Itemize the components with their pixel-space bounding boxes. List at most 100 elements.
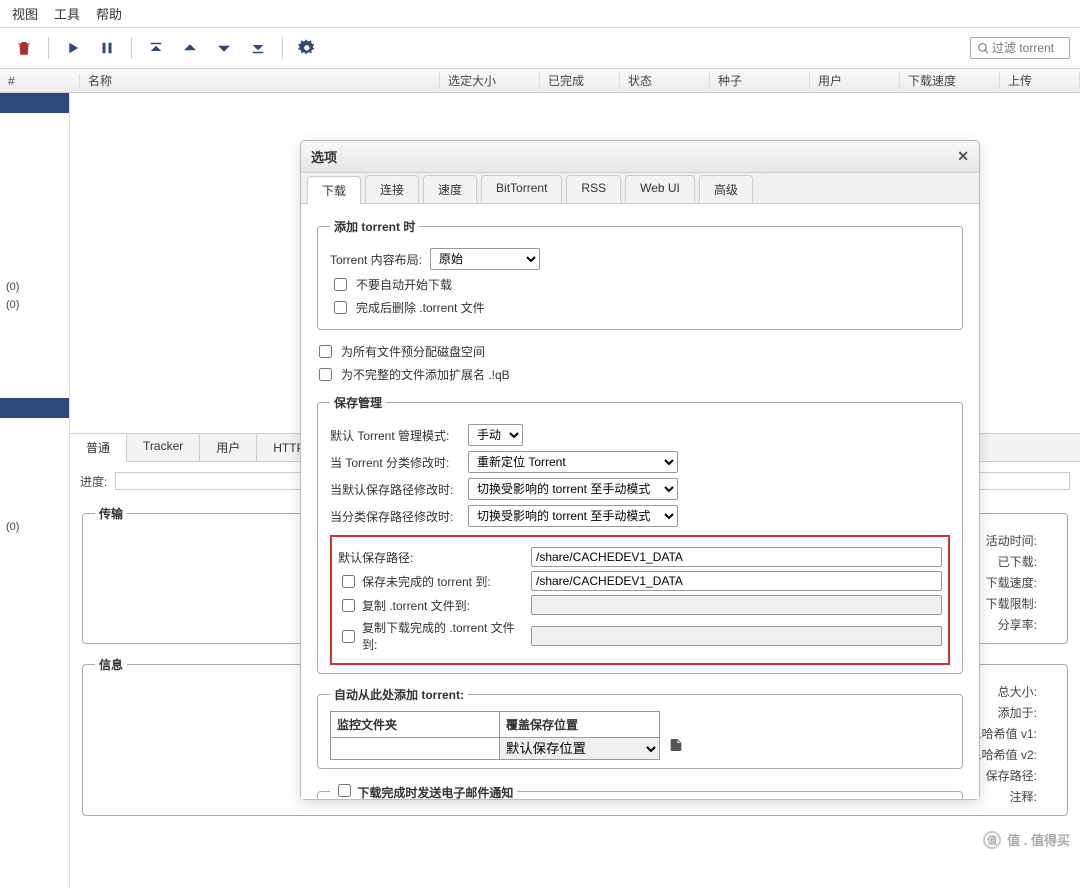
options-tab-advanced[interactable]: 高级: [699, 175, 753, 203]
label-add-time: 添加于:: [998, 704, 1037, 721]
options-body[interactable]: 添加 torrent 时 Torrent 内容布局: 原始 不要自动开始下载 完…: [301, 204, 979, 799]
copy-done-input[interactable]: [531, 626, 942, 646]
col-size[interactable]: 选定大小: [440, 72, 540, 89]
incomplete-path-checkbox[interactable]: [342, 575, 355, 588]
prealloc-label: 为所有文件预分配磁盘空间: [341, 343, 485, 360]
close-icon[interactable]: ✕: [957, 148, 969, 165]
tab-general[interactable]: 普通: [70, 434, 127, 462]
append-qb-label: 为不完整的文件添加扩展名 .!qB: [341, 366, 510, 383]
override-loc-select[interactable]: 默认保存位置: [500, 738, 660, 760]
email-legend: 下载完成时发送电子邮件通知: [357, 786, 513, 799]
label-active-time: 活动时间:: [986, 532, 1037, 549]
progress-label: 进度:: [80, 473, 107, 490]
sidebar-count-2[interactable]: (0): [0, 296, 69, 314]
add-torrent-fieldset: 添加 torrent 时 Torrent 内容布局: 原始 不要自动开始下载 完…: [317, 218, 963, 330]
search-icon: [977, 42, 990, 55]
default-mode-label: 默认 Torrent 管理模式:: [330, 427, 460, 444]
info-legend: 信息: [95, 656, 127, 673]
default-save-path-label: 默认保存路径:: [338, 549, 413, 566]
save-management-fieldset: 保存管理 默认 Torrent 管理模式: 手动 当 Torrent 分类修改时…: [317, 394, 963, 674]
col-dlspeed[interactable]: 下载速度: [900, 72, 1000, 89]
dialog-title-text: 选项: [311, 147, 337, 166]
label-total-size: 总大小:: [998, 683, 1037, 700]
options-tab-rss[interactable]: RSS: [566, 175, 621, 203]
label-share-ratio: 分享率:: [998, 616, 1037, 633]
auto-add-fieldset: 自动从此处添加 torrent: 监控文件夹 覆盖保存位置 默认保存位置: [317, 686, 963, 769]
menu-help[interactable]: 帮助: [96, 4, 122, 23]
delete-torrent-label: 完成后删除 .torrent 文件: [356, 299, 485, 316]
menu-view[interactable]: 视图: [12, 4, 38, 23]
watermark-text: 值 . 值得买: [1007, 830, 1070, 849]
tab-peers[interactable]: 用户: [200, 434, 257, 461]
copy-torrent-input[interactable]: [531, 595, 942, 615]
menu-tools[interactable]: 工具: [54, 4, 80, 23]
cat-change-label: 当 Torrent 分类修改时:: [330, 454, 460, 471]
label-save-path: 保存路径:: [986, 767, 1037, 784]
col-done[interactable]: 已完成: [540, 72, 620, 89]
delete-torrent-checkbox[interactable]: [334, 301, 347, 314]
transfer-legend: 传输: [95, 505, 127, 522]
no-auto-start-label: 不要自动开始下载: [356, 276, 452, 293]
options-tab-speed[interactable]: 速度: [423, 175, 477, 203]
options-tab-bittorrent[interactable]: BitTorrent: [481, 175, 562, 203]
options-tabs: 下载 连接 速度 BitTorrent RSS Web UI 高级: [301, 173, 979, 204]
incomplete-path-input[interactable]: [531, 571, 942, 591]
move-top-icon[interactable]: [142, 34, 170, 62]
default-mode-select[interactable]: 手动: [468, 424, 523, 446]
copy-torrent-checkbox[interactable]: [342, 599, 355, 612]
col-peers[interactable]: 用户: [810, 72, 900, 89]
content-layout-label: Torrent 内容布局:: [330, 251, 422, 268]
menubar: 视图 工具 帮助: [0, 0, 1080, 28]
save-management-legend: 保存管理: [330, 394, 386, 411]
options-tab-download[interactable]: 下载: [307, 176, 361, 204]
sidebar-count-3[interactable]: (0): [0, 518, 69, 536]
dialog-titlebar[interactable]: 选项 ✕: [301, 141, 979, 173]
email-enable-checkbox[interactable]: [338, 784, 351, 797]
cat-change-select[interactable]: 重新定位 Torrent: [468, 451, 678, 473]
play-icon[interactable]: [59, 34, 87, 62]
toolbar: [0, 28, 1080, 69]
sidebar-selected-1[interactable]: [0, 93, 69, 113]
copy-done-checkbox[interactable]: [342, 630, 355, 643]
sidebar-count-1[interactable]: (0): [0, 278, 69, 296]
pause-icon[interactable]: [93, 34, 121, 62]
prealloc-checkbox[interactable]: [319, 345, 332, 358]
content-layout-select[interactable]: 原始: [430, 248, 540, 270]
col-num[interactable]: #: [0, 74, 80, 88]
gear-icon[interactable]: [293, 34, 321, 62]
label-comment: 注释:: [1010, 788, 1037, 805]
col-status[interactable]: 状态: [620, 72, 710, 89]
options-dialog: 选项 ✕ 下载 连接 速度 BitTorrent RSS Web UI 高级 添…: [300, 140, 980, 800]
incomplete-path-label: 保存未完成的 torrent 到:: [362, 573, 491, 590]
label-dl-limit: 下载限制:: [986, 595, 1037, 612]
col-ulspeed[interactable]: 上传: [1000, 72, 1080, 89]
delete-icon[interactable]: [10, 34, 38, 62]
default-save-path-input[interactable]: [531, 547, 942, 567]
col-name[interactable]: 名称: [80, 72, 440, 89]
watch-folder-input[interactable]: [330, 738, 500, 760]
cat-path-change-label: 当分类保存路径修改时:: [330, 508, 460, 525]
append-qb-checkbox[interactable]: [319, 368, 332, 381]
sidebar-selected-2[interactable]: [0, 398, 69, 418]
move-bottom-icon[interactable]: [244, 34, 272, 62]
auto-add-legend: 自动从此处添加 torrent:: [330, 686, 468, 703]
options-tab-connection[interactable]: 连接: [365, 175, 419, 203]
no-auto-start-checkbox[interactable]: [334, 278, 347, 291]
label-dl-speed: 下载速度:: [986, 574, 1037, 591]
label-downloaded: 已下载:: [998, 553, 1037, 570]
move-down-icon[interactable]: [210, 34, 238, 62]
def-path-change-select[interactable]: 切换受影响的 torrent 至手动模式: [468, 478, 678, 500]
torrent-search[interactable]: [970, 37, 1070, 59]
column-headers: # 名称 选定大小 已完成 状态 种子 用户 下载速度 上传: [0, 69, 1080, 93]
watermark-badge: 值: [983, 831, 1001, 849]
email-fieldset: 下载完成时发送电子邮件通知 从: 到: SMTP 服务器: 该服务器需要安全链接…: [317, 781, 963, 799]
watch-folder-header: 监控文件夹: [330, 711, 500, 738]
add-folder-icon[interactable]: [668, 737, 684, 753]
search-input[interactable]: [990, 40, 1060, 56]
move-up-icon[interactable]: [176, 34, 204, 62]
col-seeds[interactable]: 种子: [710, 72, 810, 89]
cat-path-change-select[interactable]: 切换受影响的 torrent 至手动模式: [468, 505, 678, 527]
copy-done-label: 复制下载完成的 .torrent 文件到:: [362, 619, 523, 653]
tab-tracker[interactable]: Tracker: [127, 434, 200, 461]
options-tab-webui[interactable]: Web UI: [625, 175, 695, 203]
